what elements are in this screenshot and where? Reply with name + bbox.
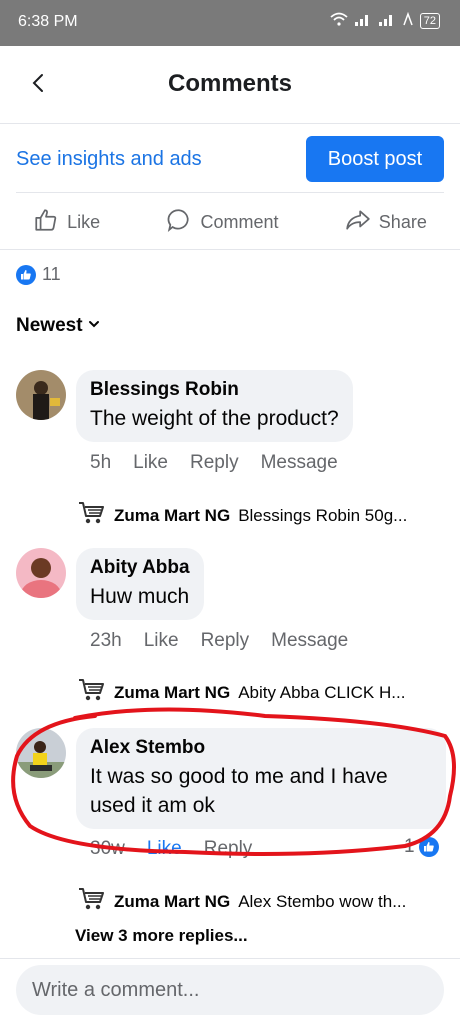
chevron-down-icon — [87, 315, 101, 337]
comment-bubble: Blessings Robin The weight of the produc… — [76, 370, 353, 442]
comment-label: Comment — [200, 211, 279, 232]
post-actions: Like Comment Share — [0, 200, 460, 244]
reply-preview[interactable]: Zuma Mart NG Blessings Robin 50g... — [78, 500, 448, 531]
comment-author[interactable]: Alex Stembo — [90, 737, 432, 759]
reply-preview[interactable]: Zuma Mart NG Abity Abba CLICK H... — [78, 677, 448, 708]
status-time: 6:38 PM — [18, 13, 78, 30]
comment-text-line-1: It was so good to me and I have — [90, 765, 388, 788]
comment-message-button[interactable]: Message — [271, 630, 348, 652]
comment-reply-button[interactable]: Reply — [201, 630, 250, 652]
status-icons: 72 — [330, 11, 440, 29]
comment-time: 5h — [90, 452, 112, 473]
shopping-cart-icon — [78, 500, 106, 531]
comment-like-button[interactable]: Like — [147, 838, 182, 860]
sort-label: Newest — [16, 315, 83, 336]
reply-author: Zuma Mart NG — [114, 505, 231, 525]
like-reaction-icon — [16, 264, 36, 285]
comment-author[interactable]: Abity Abba — [90, 557, 190, 579]
share-action[interactable]: Share — [345, 207, 427, 238]
comment-bubble: Alex Stembo It was so good to me and I h… — [76, 728, 446, 829]
comment-action[interactable]: Comment — [166, 207, 279, 238]
reply-text: Blessings Robin 50g... — [238, 505, 408, 525]
reply-preview[interactable]: Zuma Mart NG Alex Stembo wow th... — [78, 886, 448, 917]
comment-meta: 5h Like Reply Message — [90, 452, 338, 474]
comment-time: 23h — [90, 630, 122, 651]
comment-meta: 30w Like Reply — [90, 838, 252, 860]
reply-text: Abity Abba CLICK H... — [238, 682, 406, 702]
shopping-cart-icon — [78, 677, 106, 708]
avatar[interactable] — [16, 728, 66, 778]
wifi-icon — [330, 12, 348, 29]
comment-bubble: Abity Abba Huw much — [76, 548, 204, 620]
like-action[interactable]: Like — [33, 207, 100, 238]
reply-author: Zuma Mart NG — [114, 891, 231, 911]
comment-reaction-summary[interactable]: 1 — [404, 836, 439, 858]
reaction-summary[interactable]: 11 — [16, 264, 61, 285]
see-insights-link[interactable]: See insights and ads — [16, 148, 202, 171]
divider — [16, 192, 444, 193]
comment-text: Huw much — [90, 585, 190, 608]
divider — [0, 958, 460, 959]
boost-post-button[interactable]: Boost post — [306, 136, 444, 182]
comment-text: The weight of the product? — [90, 407, 339, 430]
comment-bubble-icon — [166, 207, 192, 238]
header: Comments — [0, 46, 460, 124]
comment-like-button[interactable]: Like — [144, 630, 179, 652]
sort-dropdown[interactable]: Newest — [16, 315, 101, 337]
share-arrow-icon — [345, 207, 371, 238]
reply-author: Zuma Mart NG — [114, 682, 231, 702]
comment-text-line-2: used it am ok — [90, 794, 215, 817]
divider — [0, 249, 460, 250]
comment-message-button[interactable]: Message — [261, 452, 338, 474]
status-bar: 6:38 PM 72 — [0, 0, 460, 46]
signal-icon — [354, 12, 372, 29]
comment-author[interactable]: Blessings Robin — [90, 379, 339, 401]
comment-reply-button[interactable]: Reply — [190, 452, 239, 474]
comment-meta: 23h Like Reply Message — [90, 630, 348, 652]
signal-icon-2 — [378, 12, 396, 29]
thumbs-up-icon — [33, 207, 59, 238]
comment-reaction-count: 1 — [404, 836, 415, 857]
battery-icon: 72 — [419, 12, 440, 29]
page-title: Comments — [167, 70, 293, 97]
write-comment-input[interactable] — [16, 965, 444, 1015]
avatar[interactable] — [16, 370, 66, 420]
like-reaction-icon — [418, 837, 439, 857]
like-label: Like — [67, 211, 101, 232]
comment-reply-button[interactable]: Reply — [204, 838, 253, 860]
reaction-count: 11 — [42, 264, 61, 284]
reply-text: Alex Stembo wow th... — [238, 891, 407, 911]
avatar[interactable] — [16, 548, 66, 598]
comment-like-button[interactable]: Like — [133, 452, 168, 474]
comment-time: 30w — [90, 838, 125, 859]
comment-composer[interactable] — [16, 965, 444, 1015]
share-label: Share — [378, 211, 427, 232]
vibrate-icon — [402, 11, 414, 29]
view-more-replies-link[interactable]: View 3 more replies... — [75, 926, 248, 946]
shopping-cart-icon — [78, 886, 106, 917]
